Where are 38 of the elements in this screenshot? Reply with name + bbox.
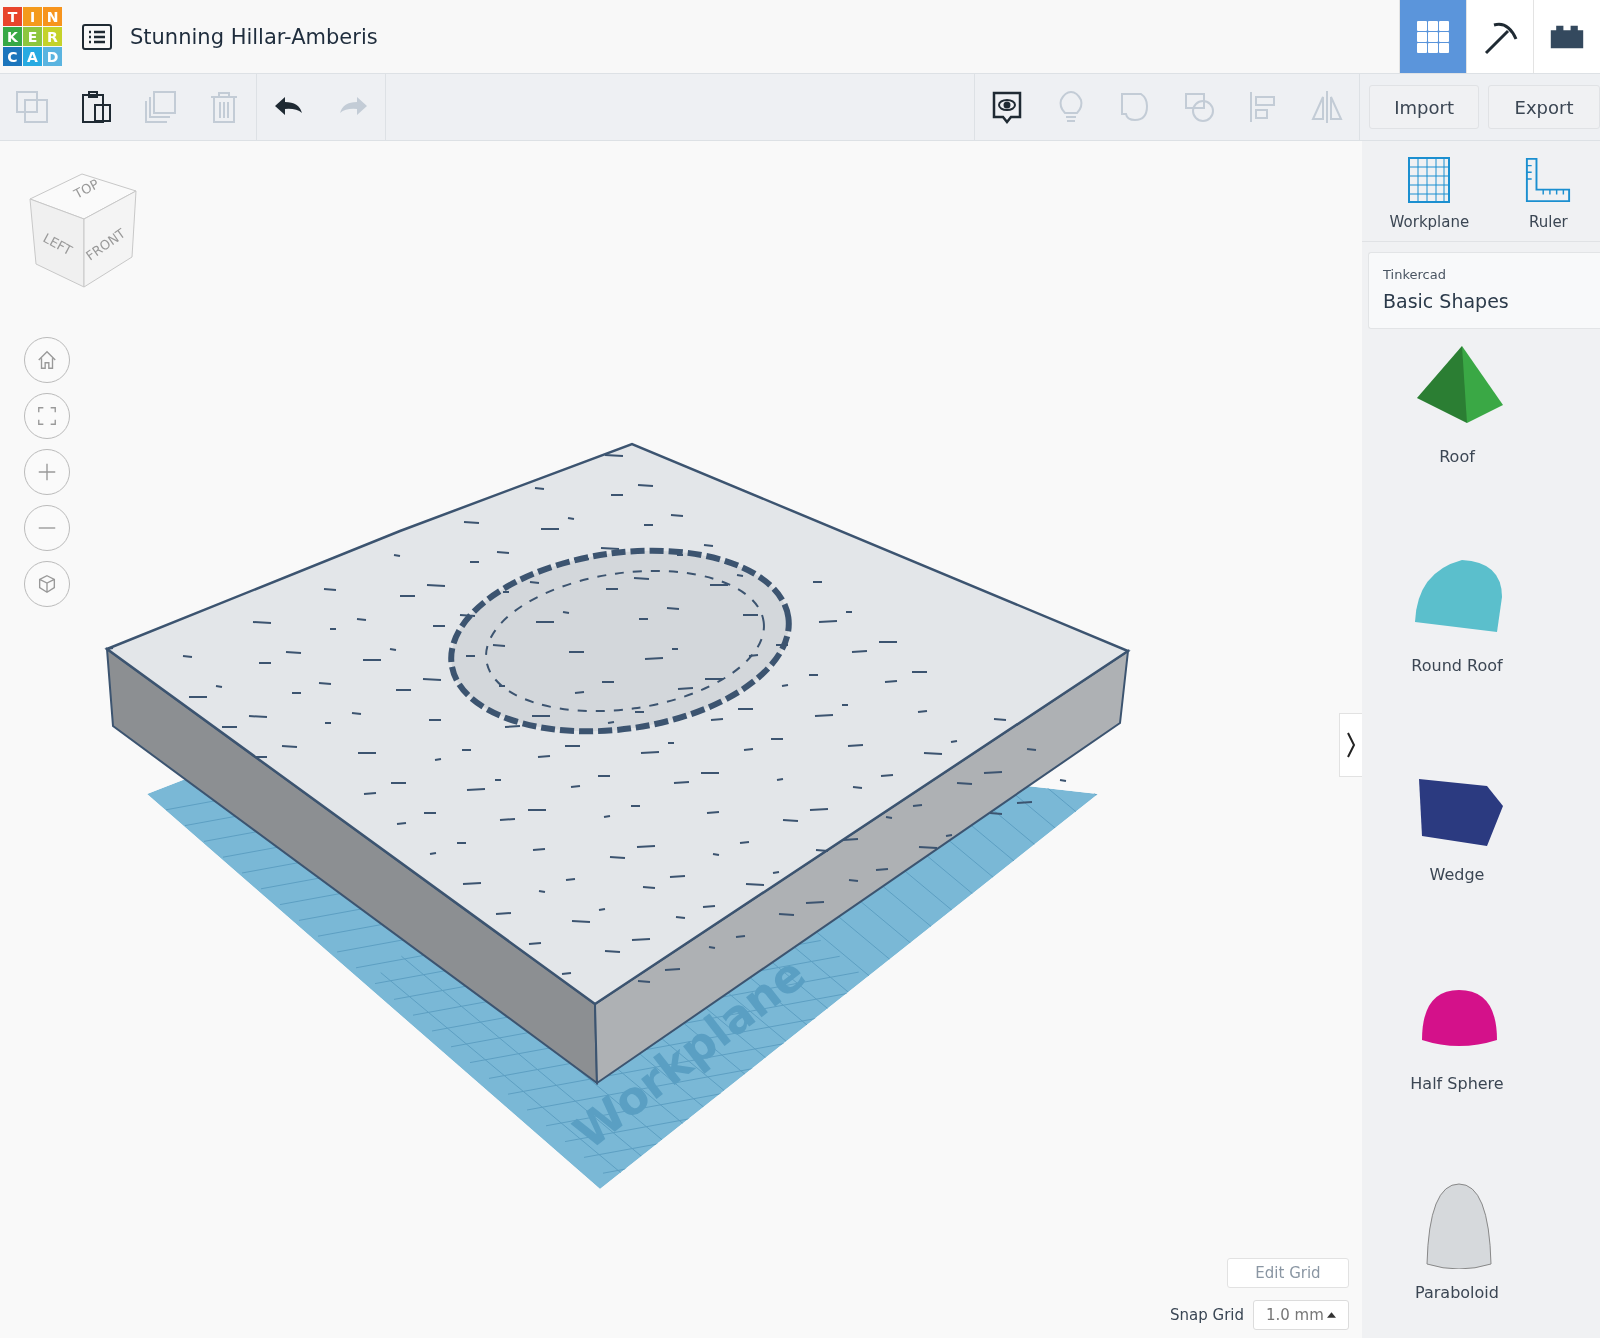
workplane-tool[interactable]: Workplane (1389, 155, 1470, 231)
brick-view-tab[interactable] (1533, 0, 1600, 73)
plus-icon (36, 461, 58, 483)
cube-left-label: LEFT (40, 230, 75, 259)
shape-item[interactable]: Round Roof (1362, 552, 1552, 761)
brick-icon (1549, 23, 1585, 50)
export-button[interactable]: Export (1488, 85, 1600, 129)
shape-item[interactable]: Paraboloid (1362, 1179, 1552, 1338)
shape-library-selector[interactable]: Tinkercad Basic Shapes (1368, 252, 1600, 329)
snap-grid-label: Snap Grid (1170, 1306, 1244, 1324)
caret-icon (1327, 1312, 1336, 1318)
import-button[interactable]: Import (1369, 85, 1479, 129)
home-icon (36, 349, 58, 371)
design-title[interactable]: Stunning Hillar-Amberis (130, 24, 378, 49)
shape-item[interactable]: Half Sphere (1362, 970, 1552, 1179)
zoom-out-button[interactable] (24, 505, 70, 551)
shape-item[interactable]: Roof (1362, 343, 1552, 552)
fit-icon (36, 405, 58, 427)
list-icon[interactable] (82, 23, 112, 50)
chevron-icon (1346, 730, 1356, 760)
minus-icon (36, 527, 58, 529)
snap-grid-dropdown[interactable]: 1.0 mm (1253, 1300, 1349, 1330)
collapse-panel-button[interactable] (1339, 713, 1362, 777)
workplane-icon (1406, 155, 1453, 205)
ruler-icon (1524, 155, 1573, 205)
cube-top-label: TOP (71, 176, 102, 202)
home-button[interactable] (24, 337, 70, 383)
shape-item[interactable]: Wedge (1362, 761, 1552, 970)
zoom-in-button[interactable] (24, 449, 70, 495)
fit-view-button[interactable] (24, 393, 70, 439)
copy-icon (14, 89, 50, 125)
tinkercad-logo[interactable]: T I N K E R C A D (3, 7, 62, 66)
perspective-button[interactable] (24, 561, 70, 607)
cube-icon (36, 573, 58, 595)
stacked-squares-icon (142, 89, 178, 125)
ruler-tool[interactable]: Ruler (1524, 155, 1573, 231)
pickaxe-view-tab[interactable] (1466, 0, 1533, 73)
grid-icon (1416, 19, 1450, 54)
